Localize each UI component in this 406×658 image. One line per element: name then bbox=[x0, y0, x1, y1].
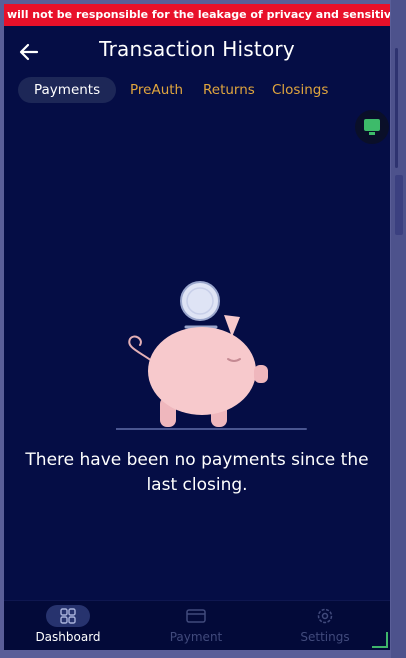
page-title: Transaction History bbox=[99, 37, 295, 61]
privacy-warning-banner: will not be responsible for the leakage … bbox=[4, 4, 390, 26]
tab-payments[interactable]: Payments bbox=[18, 77, 117, 103]
floating-screen-button[interactable] bbox=[355, 110, 389, 144]
tab-returns[interactable]: Returns bbox=[203, 77, 255, 103]
card-icon bbox=[186, 609, 206, 623]
side-strip bbox=[391, 0, 406, 658]
grid-icon bbox=[60, 608, 76, 624]
header: Transaction History bbox=[4, 32, 390, 72]
bottom-navigation: Dashboard Payment Settings bbox=[4, 600, 390, 650]
strip-divider bbox=[395, 48, 398, 168]
nav-settings[interactable]: Settings bbox=[275, 605, 375, 644]
piggy-bank-illustration bbox=[116, 281, 307, 430]
nav-label-dashboard: Dashboard bbox=[35, 630, 101, 644]
app-screen: will not be responsible for the leakage … bbox=[4, 4, 390, 650]
strip-fragment bbox=[395, 175, 403, 235]
tab-preauth[interactable]: PreAuth bbox=[130, 77, 183, 103]
resize-corner bbox=[372, 632, 388, 648]
nav-payment[interactable]: Payment bbox=[146, 605, 246, 644]
gear-icon bbox=[317, 608, 333, 624]
coin-icon bbox=[180, 281, 220, 321]
nav-dashboard[interactable]: Dashboard bbox=[18, 605, 118, 644]
nav-label-settings: Settings bbox=[300, 630, 350, 644]
tab-closings[interactable]: Closings bbox=[272, 77, 328, 103]
empty-state-message: There have been no payments since the la… bbox=[25, 450, 369, 495]
nav-label-payment: Payment bbox=[169, 630, 223, 644]
monitor-icon bbox=[364, 119, 380, 131]
